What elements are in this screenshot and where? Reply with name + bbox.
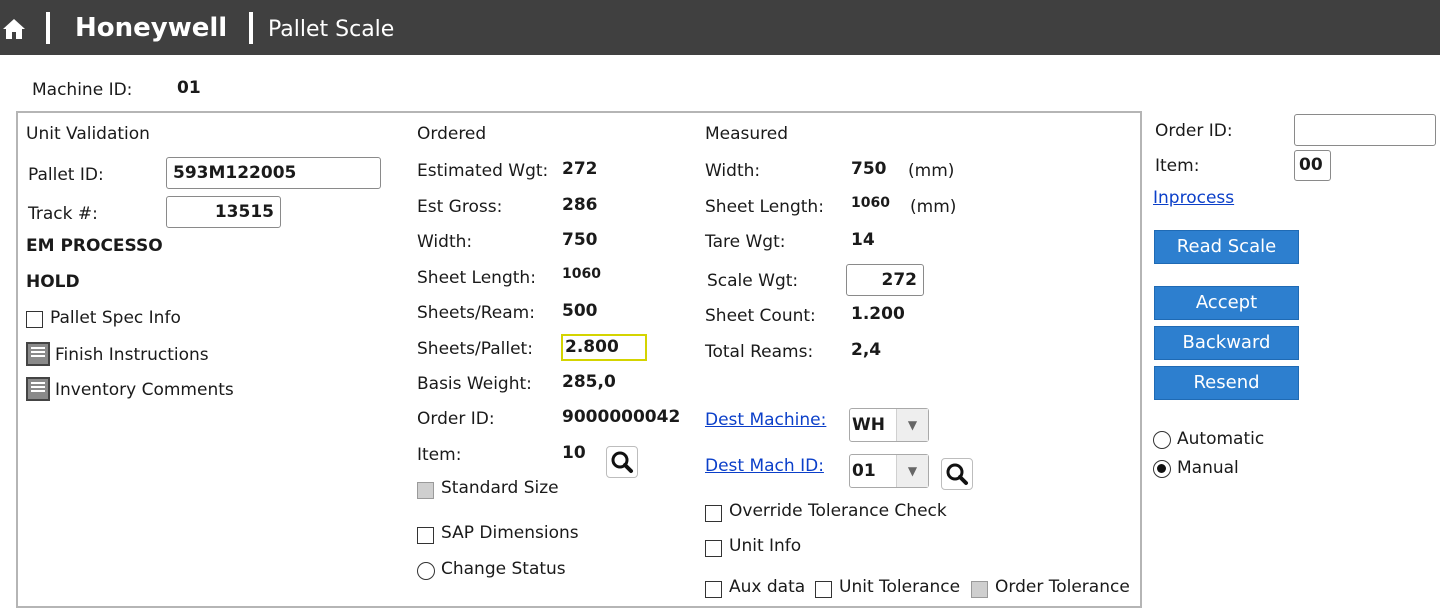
standard-size-checkbox[interactable] (417, 482, 434, 499)
track-label: Track #: (28, 204, 98, 224)
tare-wgt-value: 14 (851, 230, 875, 250)
hold-status-text: HOLD (26, 272, 80, 292)
sap-dimensions-checkbox[interactable] (417, 527, 434, 544)
measured-sheet-length-unit: (mm) (910, 197, 957, 217)
dest-machine-select[interactable]: WH ▼ (849, 408, 929, 442)
measured-width-value: 750 (851, 159, 887, 179)
estimated-wgt-value: 272 (562, 159, 598, 179)
sheet-count-value: 1.200 (851, 304, 905, 324)
dest-machine-link[interactable]: Dest Machine: (705, 410, 826, 430)
item-label: Item: (417, 445, 462, 465)
estimated-wgt-label: Estimated Wgt: (417, 161, 549, 181)
machine-id-value: 01 (177, 78, 201, 98)
basis-weight-label: Basis Weight: (417, 374, 532, 394)
search-icon (611, 451, 633, 473)
track-input[interactable]: 13515 (166, 196, 281, 228)
order-tolerance-label: Order Tolerance (995, 577, 1130, 597)
header-divider (249, 12, 253, 44)
measured-heading: Measured (705, 124, 789, 144)
dest-mach-search-button[interactable] (941, 458, 973, 490)
measured-width-unit: (mm) (908, 161, 955, 181)
sheets-pallet-input[interactable]: 2.800 (561, 334, 647, 361)
order-tolerance-checkbox[interactable] (971, 581, 988, 598)
automatic-radio[interactable] (1153, 431, 1171, 449)
sheets-ream-value: 500 (562, 301, 598, 321)
manual-radio[interactable] (1153, 460, 1171, 478)
backward-button[interactable]: Backward (1154, 326, 1299, 360)
ordered-heading: Ordered (417, 124, 487, 144)
unit-info-checkbox[interactable] (705, 540, 722, 557)
measured-width-label: Width: (705, 161, 761, 181)
measured-sheet-length-value: 1060 (851, 195, 890, 211)
total-reams-value: 2,4 (851, 340, 882, 360)
document-icon[interactable] (26, 342, 50, 366)
standard-size-label: Standard Size (441, 478, 559, 498)
override-tolerance-label: Override Tolerance Check (729, 501, 947, 521)
item-search-button[interactable] (606, 446, 638, 478)
inprocess-link[interactable]: Inprocess (1153, 188, 1234, 208)
read-scale-button[interactable]: Read Scale (1154, 230, 1299, 264)
right-order-id-label: Order ID: (1155, 121, 1233, 141)
right-item-input[interactable]: 00 (1294, 150, 1331, 181)
sheet-count-label: Sheet Count: (705, 306, 816, 326)
sheets-ream-label: Sheets/Ream: (417, 303, 535, 323)
measured-sheet-length-label: Sheet Length: (705, 197, 824, 217)
est-gross-label: Est Gross: (417, 197, 503, 217)
unit-tolerance-checkbox[interactable] (815, 581, 832, 598)
app-header: Honeywell Pallet Scale (0, 0, 1440, 55)
sheet-length-label: Sheet Length: (417, 268, 536, 288)
aux-data-label: Aux data (729, 577, 806, 597)
scale-wgt-input[interactable]: 272 (846, 264, 924, 296)
dest-mach-id-select[interactable]: 01 ▼ (849, 454, 929, 488)
tare-wgt-label: Tare Wgt: (705, 232, 786, 252)
header-divider (46, 12, 50, 44)
order-id-label: Order ID: (417, 409, 495, 429)
pallet-id-input[interactable]: 593M122005 (166, 157, 381, 189)
dest-machine-selected: WH (852, 415, 885, 435)
manual-label: Manual (1177, 458, 1239, 478)
total-reams-label: Total Reams: (705, 342, 814, 362)
aux-data-checkbox[interactable] (705, 581, 722, 598)
home-icon[interactable] (2, 17, 26, 41)
override-tolerance-checkbox[interactable] (705, 505, 722, 522)
unit-validation-heading: Unit Validation (26, 124, 150, 144)
right-order-id-input[interactable] (1294, 114, 1436, 146)
resend-button[interactable]: Resend (1154, 366, 1299, 400)
scale-wgt-label: Scale Wgt: (707, 271, 799, 291)
width-value: 750 (562, 230, 598, 250)
pallet-id-label: Pallet ID: (28, 165, 104, 185)
basis-weight-value: 285,0 (562, 372, 616, 392)
accept-button[interactable]: Accept (1154, 286, 1299, 320)
pallet-spec-info-label: Pallet Spec Info (50, 308, 181, 328)
dest-mach-id-selected: 01 (852, 461, 876, 481)
dest-mach-id-link[interactable]: Dest Mach ID: (705, 456, 824, 476)
dropdown-arrow-icon: ▼ (896, 455, 928, 487)
automatic-label: Automatic (1177, 429, 1265, 449)
width-label: Width: (417, 232, 473, 252)
search-icon (946, 463, 968, 485)
unit-info-label: Unit Info (729, 536, 802, 556)
item-value: 10 (562, 443, 586, 463)
status-text: EM PROCESSO (26, 236, 163, 256)
sap-dimensions-label: SAP Dimensions (441, 523, 579, 543)
sheets-pallet-label: Sheets/Pallet: (417, 339, 533, 359)
est-gross-value: 286 (562, 195, 598, 215)
unit-tolerance-label: Unit Tolerance (839, 577, 961, 597)
machine-id-label: Machine ID: (32, 80, 133, 100)
order-id-value: 9000000042 (562, 407, 681, 427)
change-status-radio[interactable] (417, 562, 435, 580)
inventory-comments-label[interactable]: Inventory Comments (55, 380, 234, 400)
sheet-length-value: 1060 (562, 266, 601, 282)
dropdown-arrow-icon: ▼ (896, 409, 928, 441)
page-title: Pallet Scale (268, 17, 395, 42)
change-status-label: Change Status (441, 559, 566, 579)
pallet-spec-info-checkbox[interactable] (26, 311, 43, 328)
finish-instructions-label[interactable]: Finish Instructions (55, 345, 209, 365)
brand-name: Honeywell (75, 13, 228, 43)
right-item-label: Item: (1155, 156, 1200, 176)
document-icon[interactable] (26, 377, 50, 401)
